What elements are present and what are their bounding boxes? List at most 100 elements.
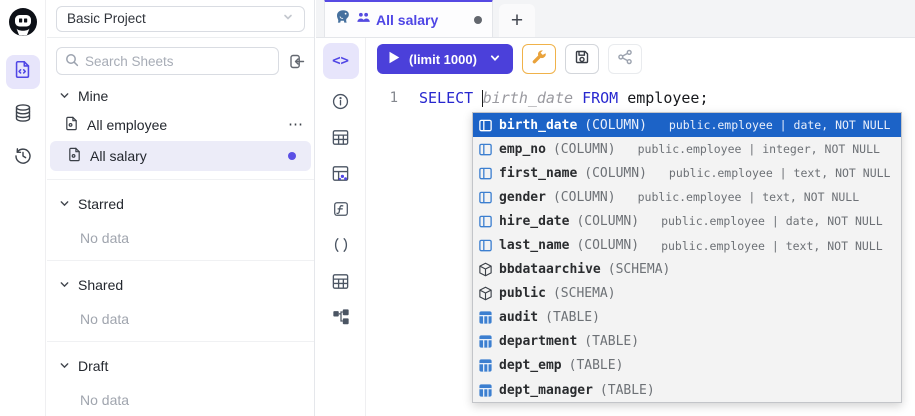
autocomplete-item[interactable]: dept_emp (TABLE) — [473, 354, 901, 378]
sql-keyword-from: FROM — [582, 89, 618, 107]
sheet-item-all-salary[interactable]: All salary — [50, 141, 311, 171]
bytebase-logo-icon[interactable] — [8, 7, 38, 42]
autocomplete-item-detail: public.employee | date, NOT NULL — [669, 118, 891, 132]
autocomplete-item[interactable]: first_name(COLUMN)public.employee | text… — [473, 161, 901, 185]
save-sheet-button[interactable] — [565, 44, 599, 74]
empty-state: No data — [47, 386, 314, 414]
column-icon — [477, 189, 493, 205]
search-row: Search Sheets — [47, 38, 314, 78]
autocomplete-item[interactable]: dept_manager(TABLE) — [473, 378, 901, 402]
sql-code-editor[interactable]: 1 SELECT birth_date FROM employee; birth… — [366, 80, 915, 416]
tree-section-starred-header[interactable]: Starred — [47, 190, 314, 218]
autocomplete-item-label: public — [499, 286, 546, 301]
run-options-chevron-icon — [489, 52, 501, 67]
autocomplete-item-kind: (COLUMN) — [584, 166, 647, 181]
database-icon — [13, 103, 33, 128]
autocomplete-item[interactable]: last_name(COLUMN)public.employee | text,… — [473, 233, 901, 257]
autocomplete-item-kind: (COLUMN) — [576, 214, 639, 229]
autocomplete-item-label: emp_no — [499, 142, 546, 157]
data-masking-button[interactable] — [327, 159, 355, 187]
ghost-suggestion-text: birth_date — [483, 89, 573, 107]
import-sheet-icon[interactable] — [288, 53, 305, 70]
autocomplete-item[interactable]: audit(TABLE) — [473, 306, 901, 330]
brackets-panel-button[interactable] — [327, 231, 355, 259]
history-clock-icon — [13, 146, 33, 171]
share-sheet-button[interactable] — [608, 44, 642, 74]
sql-editor-app: Basic Project Search Sheets — [0, 0, 915, 416]
column-icon — [477, 238, 493, 254]
rail-item-history[interactable] — [6, 141, 40, 175]
tree-section-shared-header[interactable]: Shared — [47, 271, 314, 299]
shared-users-icon — [356, 10, 371, 30]
autocomplete-item[interactable]: birth_date (COLUMN) public.employee | date… — [473, 113, 901, 137]
autocomplete-item[interactable]: department (TABLE) — [473, 330, 901, 354]
autocomplete-item-kind: (SCHEMA) — [553, 286, 616, 301]
autocomplete-item-label: birth_date — [499, 118, 577, 133]
autocomplete-item[interactable]: emp_no (COLUMN) public.employee | integer,… — [473, 137, 901, 161]
sheet-code-icon — [13, 60, 32, 84]
sheet-file-icon — [67, 147, 82, 165]
autocomplete-item-label: first_name — [499, 166, 577, 181]
autocomplete-item[interactable]: hire_date(COLUMN)public.employee | date,… — [473, 209, 901, 233]
autocomplete-item-kind: (TABLE) — [600, 383, 655, 398]
run-button-label: (limit 1000) — [409, 52, 477, 67]
rail-item-databases[interactable] — [6, 98, 40, 132]
table-icon — [477, 334, 493, 350]
rail-item-sheets[interactable] — [6, 55, 40, 89]
tree-section-starred: Starred No data — [47, 180, 314, 252]
tab-label: All salary — [376, 12, 438, 28]
autocomplete-item[interactable]: public (SCHEMA) — [473, 282, 901, 306]
column-icon — [477, 117, 493, 133]
sql-keyword-select: SELECT — [419, 89, 473, 107]
autocomplete-item[interactable]: gender(COLUMN)public.employee | text, NO… — [473, 185, 901, 209]
info-panel-button[interactable] — [327, 87, 355, 115]
sheet-item-all-employee[interactable]: All employee ⋯ — [47, 110, 314, 140]
table-panel-button[interactable] — [327, 123, 355, 151]
autocomplete-item-kind: (TABLE) — [569, 358, 624, 373]
more-menu-icon[interactable]: ⋯ — [288, 120, 304, 130]
save-floppy-icon — [574, 49, 590, 70]
project-select-value: Basic Project — [67, 11, 146, 26]
autocomplete-item[interactable]: bbdataarchive(SCHEMA) — [473, 258, 901, 282]
autocomplete-item-kind: (COLUMN) — [553, 190, 616, 205]
tree-section-mine[interactable]: Mine — [47, 82, 314, 110]
format-sql-button[interactable] — [522, 44, 556, 74]
sheet-table-button[interactable] — [327, 267, 355, 295]
editor-column: (limit 1000) — [366, 38, 915, 416]
postgresql-icon — [335, 9, 351, 30]
tree-section-draft-header[interactable]: Draft — [47, 352, 314, 380]
autocomplete-dropdown: birth_date (COLUMN) public.employee | date… — [472, 112, 902, 403]
search-icon — [65, 53, 79, 70]
tree-section-label: Draft — [78, 358, 108, 374]
sheet-item-label: All salary — [90, 148, 147, 164]
autocomplete-item-label: department — [499, 334, 577, 349]
chevron-down-icon — [59, 196, 70, 212]
autocomplete-item-label: gender — [499, 190, 546, 205]
autocomplete-item-kind: (COLUMN) — [553, 142, 616, 157]
project-select[interactable]: Basic Project — [56, 6, 305, 32]
sql-code-text: SELECT birth_date FROM employee; — [419, 89, 709, 107]
wrench-icon — [531, 49, 547, 70]
tab-all-salary[interactable]: All salary — [324, 0, 493, 37]
editor-icon-strip: <> — [316, 38, 366, 416]
sheet-file-icon — [64, 116, 79, 134]
main-body: <> — [316, 38, 915, 416]
table-icon — [477, 382, 493, 398]
search-sheets-input[interactable]: Search Sheets — [56, 47, 279, 75]
function-panel-button[interactable] — [327, 195, 355, 223]
autocomplete-item-kind: (COLUMN) — [584, 118, 647, 133]
autocomplete-item-label: dept_emp — [499, 358, 562, 373]
share-nodes-icon — [617, 49, 633, 70]
chevron-down-icon — [282, 11, 294, 26]
sheet-sidebar: Basic Project Search Sheets — [47, 0, 315, 416]
empty-state: No data — [47, 305, 314, 333]
new-tab-button[interactable]: + — [499, 4, 535, 37]
run-query-button[interactable]: (limit 1000) — [377, 44, 513, 74]
schema-diagram-button[interactable] — [327, 303, 355, 331]
column-icon — [477, 141, 493, 157]
autocomplete-item-detail: public.employee | integer, NOT NULL — [638, 142, 880, 156]
code-editor-toggle[interactable]: <> — [323, 43, 359, 79]
autocomplete-item-kind: (SCHEMA) — [608, 262, 671, 277]
search-placeholder: Search Sheets — [85, 54, 174, 69]
autocomplete-item-kind: (TABLE) — [584, 334, 639, 349]
